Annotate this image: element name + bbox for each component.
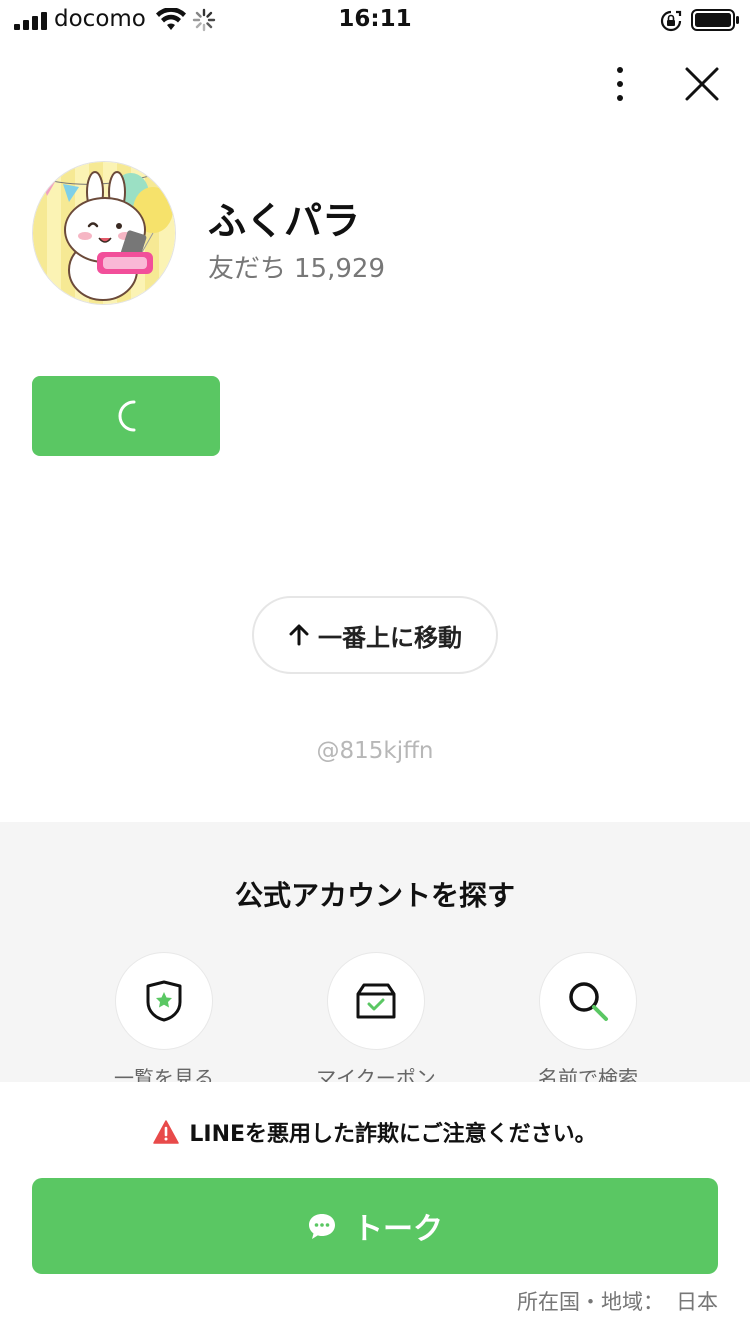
find-item-search[interactable]: 名前で検索 bbox=[518, 952, 658, 1091]
bottom-panel: LINEを悪用した詐欺にご注意ください。 トーク 所在国・地域： 日本 bbox=[0, 1082, 750, 1334]
region-info: 所在国・地域： 日本 bbox=[517, 1286, 718, 1316]
region-value: 日本 bbox=[676, 1290, 718, 1314]
profile-name: ふくパラ bbox=[208, 199, 361, 243]
arrow-up-icon bbox=[289, 624, 309, 646]
shield-star-icon bbox=[146, 980, 182, 1022]
region-label: 所在国・地域： bbox=[517, 1290, 664, 1314]
loading-spinner-icon bbox=[118, 400, 136, 432]
find-item-search-circle bbox=[539, 952, 637, 1050]
battery-icon bbox=[691, 9, 739, 31]
find-accounts-title: 公式アカウントを探す bbox=[234, 879, 515, 912]
status-bar: docomo 16:11 bbox=[0, 0, 750, 42]
find-item-list[interactable]: 一覧を見る bbox=[94, 952, 234, 1091]
scroll-to-top-button[interactable]: 一番上に移動 bbox=[252, 596, 498, 674]
warning-triangle-icon bbox=[153, 1120, 180, 1144]
search-icon bbox=[569, 982, 608, 1021]
find-item-list-circle bbox=[115, 952, 213, 1050]
friends-count-line: 友だち 15,929 bbox=[208, 248, 393, 285]
rotation-lock-icon bbox=[660, 10, 682, 32]
close-button[interactable] bbox=[682, 64, 722, 104]
talk-button[interactable]: トーク bbox=[32, 1178, 718, 1274]
bunny-mascot-avatar-icon bbox=[33, 162, 175, 304]
status-time: 16:11 bbox=[338, 6, 412, 32]
more-options-button[interactable] bbox=[600, 64, 640, 104]
account-id: @815kjffn bbox=[316, 738, 434, 764]
chat-bubble-icon bbox=[309, 1214, 335, 1239]
more-vertical-icon bbox=[617, 67, 623, 101]
add-friend-button[interactable] bbox=[32, 376, 220, 456]
find-item-coupon-circle bbox=[327, 952, 425, 1050]
fraud-warning: LINEを悪用した詐欺にご注意ください。 bbox=[0, 1116, 750, 1148]
profile-avatar[interactable] bbox=[32, 161, 176, 305]
friends-label: 友だち bbox=[208, 254, 287, 284]
talk-button-label: トーク bbox=[353, 1212, 443, 1247]
fraud-warning-text: LINEを悪用した詐欺にご注意ください。 bbox=[189, 1122, 597, 1147]
find-accounts-section: 公式アカウントを探す 一覧を見る マイクーポン 名前で検索 bbox=[0, 822, 750, 1102]
coupon-box-icon bbox=[356, 983, 396, 1019]
scroll-to-top-label: 一番上に移動 bbox=[318, 623, 462, 652]
close-icon bbox=[685, 67, 719, 101]
find-item-coupon[interactable]: マイクーポン bbox=[306, 952, 446, 1091]
friends-count: 15,929 bbox=[294, 254, 385, 284]
